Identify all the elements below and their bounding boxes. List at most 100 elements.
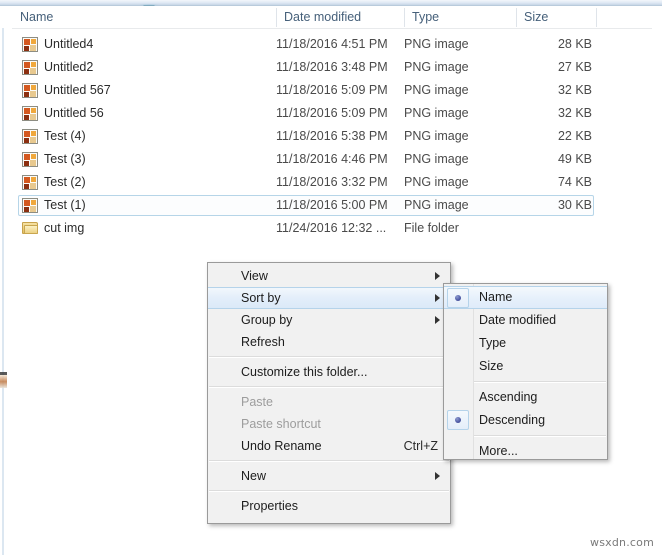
- size-cell: 28 KB: [557, 37, 592, 51]
- menu-item-label: Undo Rename: [241, 439, 322, 453]
- submenu-separator: [474, 381, 606, 383]
- file-name-cell: cut img: [44, 221, 85, 235]
- file-name-cell: Test (4): [44, 129, 86, 143]
- date-modified-cell: 11/18/2016 5:00 PM: [276, 198, 388, 212]
- column-header-name[interactable]: Name: [12, 6, 276, 28]
- column-header-type[interactable]: Type: [404, 6, 516, 28]
- type-cell: PNG image: [404, 60, 469, 74]
- table-row[interactable]: Test (2) 11/18/2016 3:32 PM PNG image 74 KB: [0, 171, 662, 194]
- submenu-item-label: Descending: [479, 413, 546, 427]
- menu-item-undo-rename[interactable]: Undo Rename Ctrl+Z: [208, 435, 450, 457]
- png-image-icon: [22, 129, 38, 144]
- watermark: wsxdn.com: [590, 536, 654, 549]
- type-cell: PNG image: [404, 175, 469, 189]
- chevron-right-icon: [435, 472, 440, 480]
- file-name-cell: Test (1): [44, 198, 86, 212]
- menu-item-properties[interactable]: Properties: [208, 495, 450, 517]
- submenu-item-date-modified[interactable]: Date modified: [444, 309, 607, 332]
- sort-by-submenu[interactable]: Name Date modified Type Size Ascending Descen…: [443, 283, 608, 460]
- chevron-right-icon: [435, 294, 440, 302]
- size-cell: 49 KB: [557, 152, 592, 166]
- column-header-date-modified[interactable]: Date modified: [276, 6, 404, 28]
- submenu-item-ascending[interactable]: Ascending: [444, 386, 607, 409]
- menu-item-label: Customize this folder...: [241, 365, 368, 379]
- menu-item-customize-this-folder[interactable]: Customize this folder...: [208, 361, 450, 383]
- table-row[interactable]: cut img 11/24/2016 12:32 ... File folder: [0, 217, 662, 240]
- menu-item-shortcut: Ctrl+Z: [403, 439, 438, 453]
- png-image-icon: [22, 152, 38, 167]
- size-cell: 32 KB: [557, 106, 592, 120]
- column-header-row: Name Date modified Type Size: [0, 6, 662, 28]
- menu-item-label: Paste shortcut: [241, 417, 321, 431]
- date-modified-cell: 11/18/2016 4:51 PM: [276, 37, 388, 51]
- chevron-right-icon: [435, 316, 440, 324]
- menu-separator: [209, 490, 449, 492]
- submenu-item-type[interactable]: Type: [444, 332, 607, 355]
- png-image-icon: [22, 175, 38, 190]
- size-cell: 74 KB: [557, 175, 592, 189]
- size-cell: 22 KB: [557, 129, 592, 143]
- menu-item-paste-shortcut: Paste shortcut: [208, 413, 450, 435]
- size-cell: 27 KB: [557, 60, 592, 74]
- column-header-size[interactable]: Size: [516, 6, 596, 28]
- type-cell: PNG image: [404, 129, 469, 143]
- table-row[interactable]: Untitled 56 11/18/2016 5:09 PM PNG image 32…: [0, 102, 662, 125]
- png-image-icon: [22, 60, 38, 75]
- file-name-cell: Untitled2: [44, 60, 94, 74]
- png-image-icon: [22, 198, 38, 213]
- menu-item-group-by[interactable]: Group by: [208, 309, 450, 331]
- file-name-cell: Test (2): [44, 175, 86, 189]
- file-list: Untitled4 11/18/2016 4:51 PM PNG image 28 K…: [0, 33, 662, 240]
- header-underline: [12, 28, 652, 29]
- file-name-cell: Test (3): [44, 152, 86, 166]
- menu-item-refresh[interactable]: Refresh: [208, 331, 450, 353]
- type-cell: PNG image: [404, 106, 469, 120]
- size-cell: 32 KB: [557, 83, 592, 97]
- menu-item-view[interactable]: View: [208, 265, 450, 287]
- date-modified-cell: 11/18/2016 3:32 PM: [276, 175, 388, 189]
- menu-item-label: Refresh: [241, 335, 285, 349]
- menu-item-label: Sort by: [241, 291, 281, 305]
- png-image-icon: [22, 37, 38, 52]
- edge-artifact: [0, 372, 7, 388]
- date-modified-cell: 11/18/2016 4:46 PM: [276, 152, 388, 166]
- submenu-item-label: Name: [479, 290, 513, 304]
- column-divider-4[interactable]: [596, 8, 597, 27]
- type-cell: PNG image: [404, 37, 469, 51]
- type-cell: PNG image: [404, 152, 469, 166]
- date-modified-cell: 11/18/2016 5:09 PM: [276, 106, 388, 120]
- submenu-item-label: Date modified: [479, 313, 557, 327]
- png-image-icon: [22, 83, 38, 98]
- radio-checked-icon: [447, 288, 469, 308]
- menu-item-sort-by[interactable]: Sort by: [208, 287, 450, 309]
- folder-icon: [22, 221, 38, 236]
- table-row[interactable]: Untitled 567 11/18/2016 5:09 PM PNG image 3…: [0, 79, 662, 102]
- file-name-cell: Untitled 56: [44, 106, 104, 120]
- submenu-item-descending[interactable]: Descending: [444, 409, 607, 432]
- table-row[interactable]: Untitled2 11/18/2016 3:48 PM PNG image 27 K…: [0, 56, 662, 79]
- date-modified-cell: 11/18/2016 5:38 PM: [276, 129, 388, 143]
- table-row[interactable]: Test (4) 11/18/2016 5:38 PM PNG image 22 KB: [0, 125, 662, 148]
- context-menu[interactable]: View Sort by Group by Refresh Customize this…: [207, 262, 451, 524]
- type-cell: PNG image: [404, 83, 469, 97]
- menu-item-new[interactable]: New: [208, 465, 450, 487]
- date-modified-cell: 11/24/2016 12:32 ...: [276, 221, 387, 235]
- submenu-item-size[interactable]: Size: [444, 355, 607, 378]
- submenu-item-label: More...: [479, 444, 518, 458]
- date-modified-cell: 11/18/2016 3:48 PM: [276, 60, 388, 74]
- submenu-item-label: Ascending: [479, 390, 538, 404]
- table-row[interactable]: Test (1) 11/18/2016 5:00 PM PNG image 30 KB: [0, 194, 662, 217]
- table-row[interactable]: Test (3) 11/18/2016 4:46 PM PNG image 49 KB: [0, 148, 662, 171]
- menu-separator: [209, 460, 449, 462]
- submenu-item-more[interactable]: More...: [444, 440, 607, 463]
- menu-item-label: Properties: [241, 499, 298, 513]
- png-image-icon: [22, 106, 38, 121]
- submenu-item-name[interactable]: Name: [444, 286, 607, 309]
- menu-item-label: View: [241, 269, 268, 283]
- menu-item-label: Paste: [241, 395, 273, 409]
- file-name-cell: Untitled 567: [44, 83, 111, 97]
- date-modified-cell: 11/18/2016 5:09 PM: [276, 83, 388, 97]
- submenu-item-label: Size: [479, 359, 504, 373]
- chevron-right-icon: [435, 272, 440, 280]
- table-row[interactable]: Untitled4 11/18/2016 4:51 PM PNG image 28 K…: [0, 33, 662, 56]
